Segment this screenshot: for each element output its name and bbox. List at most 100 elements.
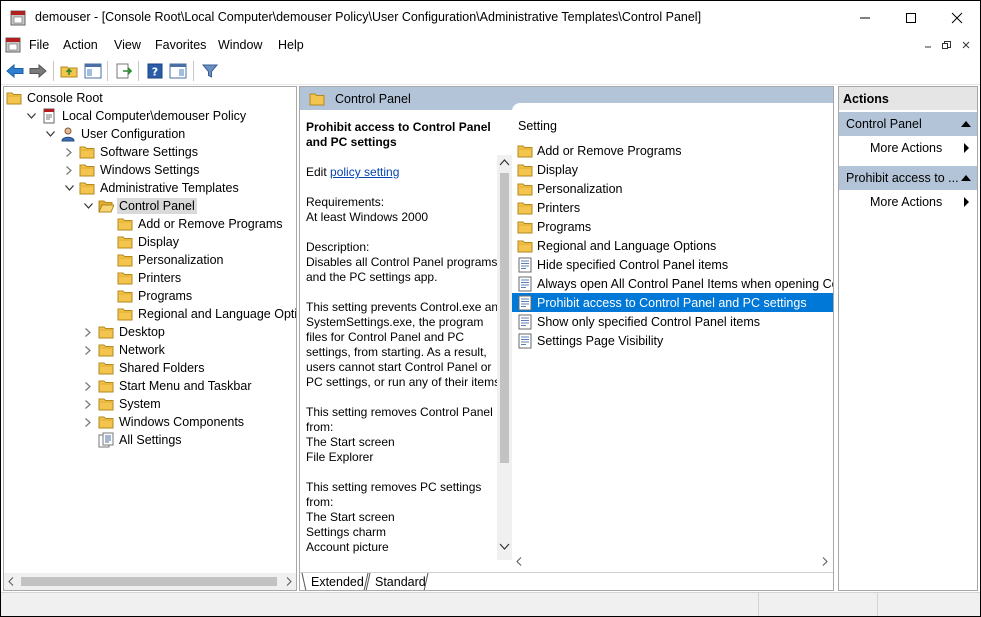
tree-item[interactable]: Windows Settings <box>63 161 201 179</box>
tree-item[interactable]: Console Root <box>6 89 105 107</box>
expand-chevron-right-icon[interactable] <box>82 377 94 395</box>
child-minimize-button[interactable] <box>919 37 936 53</box>
tree-item[interactable]: Printers <box>101 269 183 287</box>
tab-extended[interactable]: Extended <box>311 573 364 590</box>
scroll-up-arrow-icon[interactable] <box>499 158 510 166</box>
scroll-right-arrow-icon[interactable] <box>286 577 292 586</box>
tree-item[interactable]: Windows Components <box>82 413 246 431</box>
list-item-label: Hide specified Control Panel items <box>537 257 729 272</box>
tree-item[interactable]: User Configuration <box>44 125 187 143</box>
tab-standard[interactable]: Standard <box>375 573 426 590</box>
tree-item[interactable]: Start Menu and Taskbar <box>82 377 253 395</box>
description-vertical-scrollbar[interactable] <box>497 155 512 560</box>
menu-favorites[interactable]: Favorites <box>155 38 206 52</box>
tree-item[interactable]: Software Settings <box>63 143 200 161</box>
expand-chevron-down-icon[interactable] <box>44 125 56 143</box>
tree-item-label: Shared Folders <box>119 361 205 375</box>
tree-item[interactable]: Desktop <box>82 323 167 341</box>
up-one-level-button[interactable] <box>58 60 80 82</box>
expand-chevron-right-icon[interactable] <box>82 395 94 413</box>
scroll-left-arrow-icon[interactable] <box>516 557 522 566</box>
folder-icon <box>517 162 533 178</box>
show-hide-console-tree-button[interactable] <box>82 60 104 82</box>
expand-chevron-right-icon[interactable] <box>63 143 75 161</box>
close-button[interactable] <box>934 1 980 34</box>
expand-chevron-right-icon[interactable] <box>82 413 94 431</box>
tree-item[interactable]: All Settings <box>82 431 184 449</box>
tree-horizontal-scrollbar[interactable] <box>4 573 296 590</box>
list-item[interactable]: Hide specified Control Panel items <box>512 255 833 274</box>
scroll-left-arrow-icon[interactable] <box>8 577 14 586</box>
more-actions-item[interactable]: More Actions <box>839 192 977 212</box>
title-bar: demouser - [Console Root\Local Computer\… <box>1 1 980 34</box>
settings-list[interactable]: Setting Add or Remove Programs Display Per… <box>512 103 833 559</box>
list-item[interactable]: Personalization <box>512 179 833 198</box>
menu-action[interactable]: Action <box>63 38 98 52</box>
setting-page-icon <box>517 333 533 349</box>
tree-item[interactable]: Shared Folders <box>82 359 206 377</box>
tree-scroll-thumb[interactable] <box>21 577 277 586</box>
list-item[interactable]: Show only specified Control Panel items <box>512 312 833 331</box>
export-list-button[interactable] <box>113 60 135 82</box>
list-item[interactable]: Add or Remove Programs <box>512 141 833 160</box>
gpedit-menu-icon[interactable] <box>5 37 21 53</box>
expand-chevron-down-icon[interactable] <box>82 197 94 215</box>
tree-item[interactable]: Programs <box>101 287 194 305</box>
actions-group-control-panel[interactable]: Control Panel <box>839 112 977 136</box>
back-button[interactable] <box>4 60 26 82</box>
list-item[interactable]: Regional and Language Options <box>512 236 833 255</box>
collapse-triangle-icon[interactable] <box>961 175 971 181</box>
tree-item[interactable]: Network <box>82 341 167 359</box>
list-horizontal-scrollbar[interactable] <box>512 553 833 570</box>
tree-item[interactable]: Administrative Templates <box>63 179 241 197</box>
expand-chevron-right-icon[interactable] <box>82 323 94 341</box>
more-actions-item[interactable]: More Actions <box>839 138 977 158</box>
scroll-right-arrow-icon[interactable] <box>822 557 828 566</box>
show-hide-action-pane-button[interactable] <box>167 60 189 82</box>
list-item[interactable]: Prohibit access to Control Panel and PC … <box>512 293 833 312</box>
tree-item[interactable]: Add or Remove Programs <box>101 215 285 233</box>
tree-item[interactable]: Display <box>101 233 181 251</box>
list-item[interactable]: Printers <box>512 198 833 217</box>
policy-setting-link[interactable]: policy setting <box>330 165 399 179</box>
expand-chevron-right-icon[interactable] <box>82 341 94 359</box>
collapse-triangle-icon[interactable] <box>961 121 971 127</box>
folder-icon <box>79 162 95 178</box>
scroll-down-arrow-icon[interactable] <box>499 543 510 551</box>
tree-item-label: Software Settings <box>100 145 198 159</box>
child-close-button[interactable] <box>957 37 974 53</box>
expand-chevron-right-icon[interactable] <box>63 161 75 179</box>
list-item[interactable]: Settings Page Visibility <box>512 331 833 350</box>
tree-item[interactable]: Regional and Language Options <box>101 305 296 323</box>
forward-button[interactable] <box>27 60 49 82</box>
tree-item-label: Personalization <box>138 253 224 267</box>
column-header-setting[interactable]: Setting <box>518 119 557 133</box>
list-item[interactable]: Programs <box>512 217 833 236</box>
child-restore-button[interactable] <box>938 37 955 53</box>
setting-page-icon <box>517 257 533 273</box>
tree-item[interactable]: Local Computer\demouser Policy <box>25 107 248 125</box>
tree-item[interactable]: Control Panel <box>82 197 197 215</box>
list-item-label: Personalization <box>537 181 623 196</box>
menu-view[interactable]: View <box>114 38 141 52</box>
maximize-button[interactable] <box>888 1 934 34</box>
expand-chevron-down-icon[interactable] <box>25 107 37 125</box>
menu-file[interactable]: File <box>29 38 49 52</box>
actions-group-prohibit-access[interactable]: Prohibit access to ... <box>839 166 977 190</box>
expand-chevron-down-icon[interactable] <box>63 179 75 197</box>
toolbar-separator <box>193 61 194 81</box>
tree-item[interactable]: System <box>82 395 163 413</box>
menu-window[interactable]: Window <box>218 38 262 52</box>
help-button[interactable]: ? <box>144 60 166 82</box>
filter-button[interactable] <box>199 60 221 82</box>
list-item[interactable]: Display <box>512 160 833 179</box>
list-item[interactable]: Always open All Control Panel Items when… <box>512 274 833 293</box>
tree-item[interactable]: Personalization <box>101 251 225 269</box>
description-scroll-thumb[interactable] <box>500 173 509 463</box>
console-tree-pane[interactable]: Console Root Local Computer\demouser Poli… <box>3 86 297 591</box>
console-tree-icon <box>84 63 102 79</box>
minimize-button[interactable] <box>842 1 888 34</box>
menu-help[interactable]: Help <box>278 38 304 52</box>
